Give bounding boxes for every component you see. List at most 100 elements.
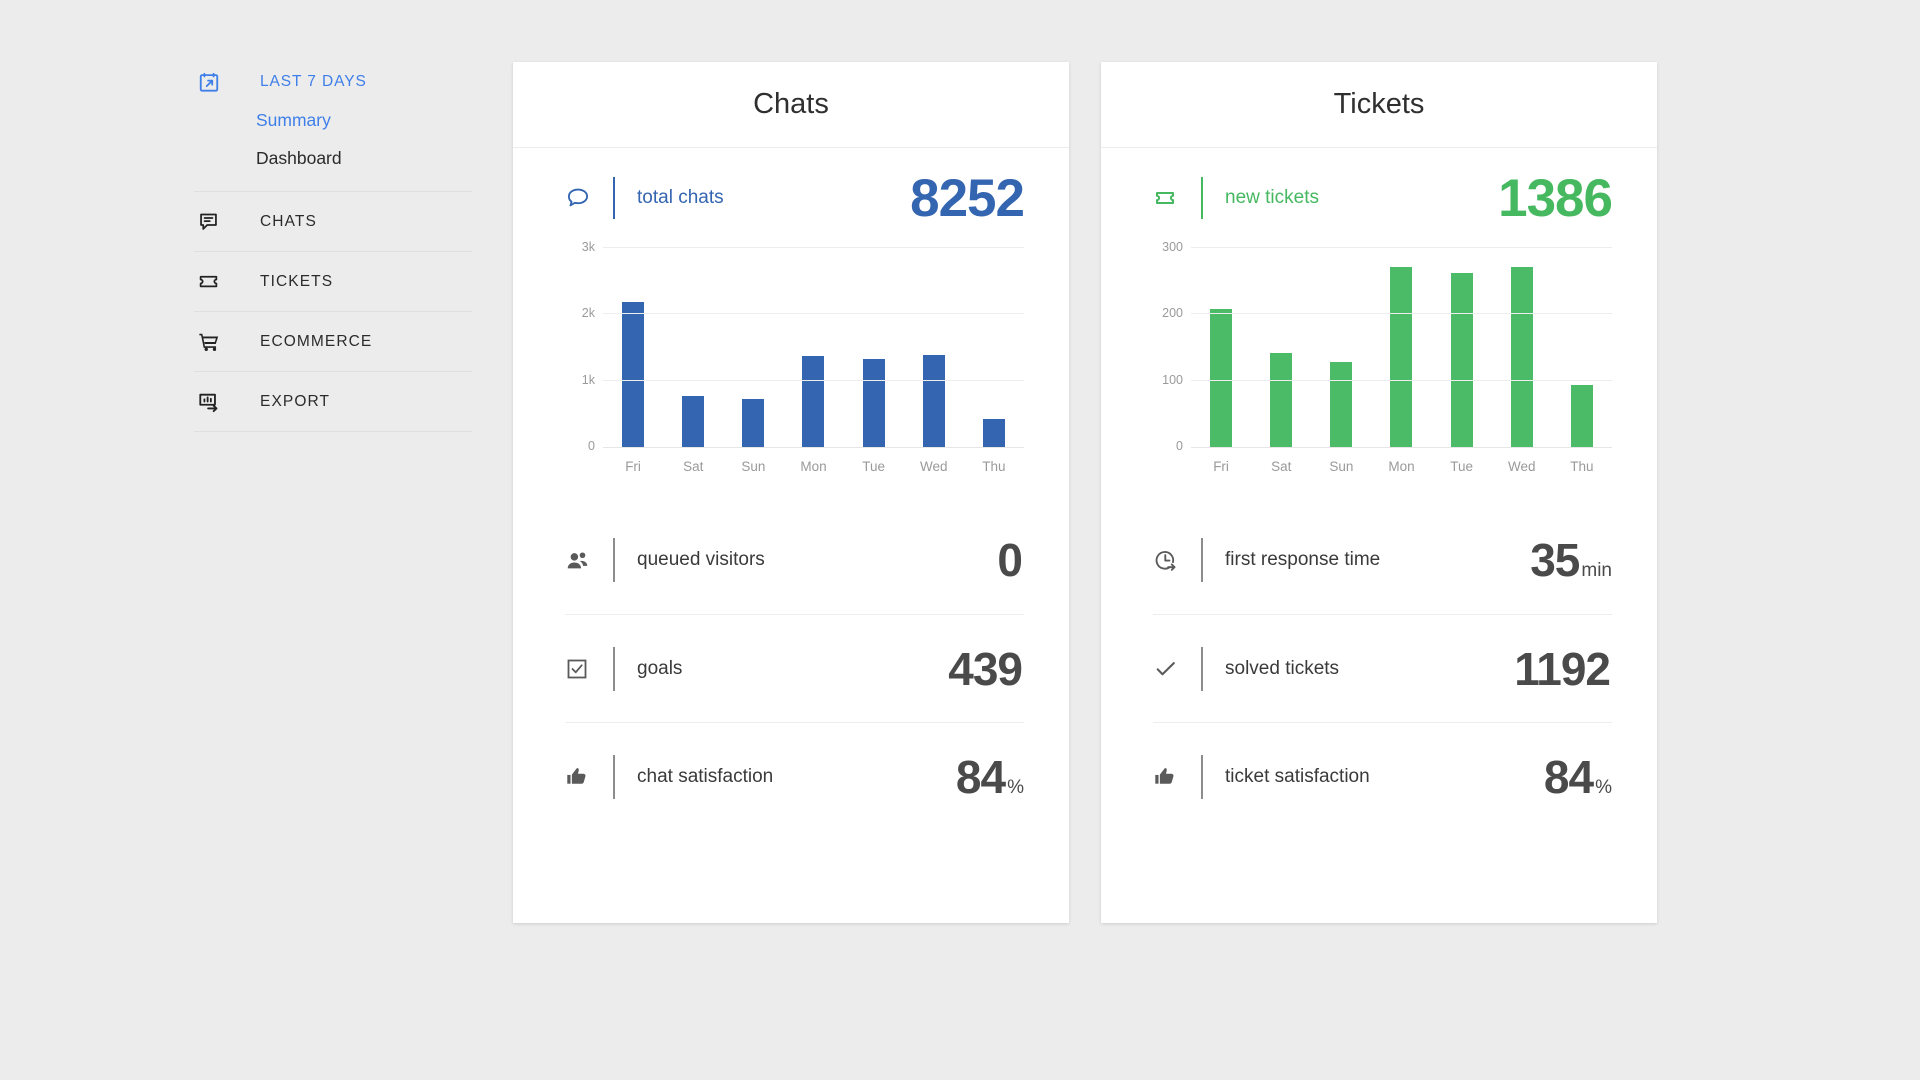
metric-label: goals xyxy=(637,657,683,679)
chart-x-tick-label: Sun xyxy=(1329,459,1354,474)
chart-bar[interactable] xyxy=(1390,266,1413,447)
chart-x-tick-label: Wed xyxy=(920,459,948,474)
thumbs-up-icon xyxy=(1153,764,1183,789)
chart-y-tick-label: 2k xyxy=(581,306,595,321)
chart-x-tick-label: Sat xyxy=(1271,459,1292,474)
chart-bar-slot xyxy=(1251,248,1311,447)
sidebar: LAST 7 DAYS Summary Dashboard CHATS TICK xyxy=(194,62,472,432)
metric-label: queued visitors xyxy=(637,549,765,570)
checkbox-icon xyxy=(565,657,595,681)
chart-bar-slot xyxy=(1191,248,1251,447)
chart-x-tick-label: Wed xyxy=(1508,459,1536,474)
metric-row: solved tickets 1192 xyxy=(1153,614,1612,722)
metric-separator xyxy=(613,754,615,799)
chart-gridline: 0 xyxy=(1176,439,1612,453)
sidebar-item-ecommerce[interactable]: ECOMMERCE xyxy=(194,312,472,372)
chart-bar[interactable] xyxy=(862,358,885,447)
sidebar-item-tickets[interactable]: TICKETS xyxy=(194,252,472,312)
chart-bar[interactable] xyxy=(1510,267,1533,447)
chart-bar[interactable] xyxy=(1210,309,1233,447)
chart-gridline: 200 xyxy=(1162,306,1612,320)
chart-bar-slot xyxy=(964,248,1024,447)
metric-number: 1192 xyxy=(1514,642,1611,695)
chart-bar-slot xyxy=(603,248,663,447)
shopping-cart-icon xyxy=(198,331,228,353)
chart-y-tick-label: 300 xyxy=(1162,240,1183,254)
chart-bar[interactable] xyxy=(922,355,945,447)
metric-row: first response time 35 min xyxy=(1153,506,1612,614)
tickets-headline-value: 1386 xyxy=(1498,168,1613,228)
chart-bar[interactable] xyxy=(622,302,645,447)
chats-headline-metric: total chats 8252 xyxy=(513,148,1069,248)
metric-value: 35 min xyxy=(1530,533,1612,587)
chart-x-tick-label: Thu xyxy=(982,459,1006,474)
sidebar-item-summary[interactable]: Summary xyxy=(256,102,472,140)
sidebar-item-export-label: EXPORT xyxy=(260,392,331,410)
chart-bar[interactable] xyxy=(1270,352,1293,447)
sidebar-item-ecommerce-label: ECOMMERCE xyxy=(260,332,373,350)
metric-label: first response time xyxy=(1225,549,1381,570)
sidebar-item-export[interactable]: EXPORT xyxy=(194,372,472,432)
chats-headline-separator xyxy=(613,177,615,219)
chart-bar-slot xyxy=(1552,248,1612,447)
sidebar-item-chats-label: CHATS xyxy=(260,212,317,230)
chats-metric-list: queued visitors 0 goals 439 chat satisfa… xyxy=(565,506,1024,830)
metric-label: solved tickets xyxy=(1225,657,1340,679)
tickets-headline-metric: new tickets 1386 xyxy=(1101,148,1657,248)
metric-label: ticket satisfaction xyxy=(1225,765,1370,787)
chart-bar-slot xyxy=(1311,248,1371,447)
metric-value: 84 % xyxy=(956,750,1024,804)
chart-bar-slot xyxy=(663,248,723,447)
metric-unit: % xyxy=(1595,776,1612,798)
chart-bar[interactable] xyxy=(1330,362,1353,447)
chart-bar[interactable] xyxy=(742,398,765,447)
tickets-chart-x-axis: Fri Sat Sun Mon Tue Wed Thu xyxy=(1191,448,1612,474)
sidebar-item-dashboard[interactable]: Dashboard xyxy=(256,140,472,178)
chart-y-tick-label: 3k xyxy=(581,240,595,254)
metric-number: 0 xyxy=(997,534,1023,586)
chats-chart-x-axis: Fri Sat Sun Mon Tue Wed Thu xyxy=(603,448,1024,474)
calendar-arrow-icon xyxy=(198,71,228,93)
chart-bar[interactable] xyxy=(802,356,825,447)
tickets-headline-label: new tickets xyxy=(1225,187,1319,208)
sidebar-date-range-label: LAST 7 DAYS xyxy=(260,73,367,90)
chats-headline-value: 8252 xyxy=(910,168,1025,228)
chart-y-tick-label: 100 xyxy=(1162,372,1183,387)
metric-separator xyxy=(1201,754,1203,799)
chats-card: Chats total chats 8252 0 1k 2k 3k Fri Sat Sun… xyxy=(513,62,1069,923)
tickets-card: Tickets new tickets 1386 0 100 200 300 Fri S… xyxy=(1101,62,1657,923)
people-icon xyxy=(565,548,595,573)
metric-separator xyxy=(1201,538,1203,582)
clock-arrow-icon xyxy=(1153,548,1183,573)
chart-gridline: 1k xyxy=(582,373,1024,387)
tickets-chart-plot-area: 0 100 200 300 xyxy=(1162,240,1612,453)
metric-value: 0 xyxy=(997,533,1024,587)
metric-number: 84 xyxy=(955,750,1006,803)
tickets-metric-list: first response time 35 min solved ticket… xyxy=(1153,506,1612,830)
chart-x-tick-label: Mon xyxy=(800,459,827,474)
chart-bar[interactable] xyxy=(982,419,1005,447)
metric-row: chat satisfaction 84 % xyxy=(565,722,1024,830)
chart-bar[interactable] xyxy=(1570,385,1593,447)
chart-x-tick-label: Mon xyxy=(1388,459,1415,474)
tickets-card-header: Tickets xyxy=(1101,62,1657,148)
metric-unit: % xyxy=(1007,776,1024,798)
sidebar-date-range[interactable]: LAST 7 DAYS xyxy=(194,62,472,102)
sidebar-item-tickets-label: TICKETS xyxy=(260,272,334,290)
sidebar-subnav: Summary Dashboard xyxy=(194,102,472,177)
chats-card-title: Chats xyxy=(753,88,829,120)
chart-bar[interactable] xyxy=(682,395,705,447)
metric-unit: min xyxy=(1581,560,1612,581)
chart-y-tick-label: 1k xyxy=(581,372,595,387)
ticket-icon xyxy=(1153,186,1183,210)
chart-gridline: 0 xyxy=(588,439,1024,453)
chart-bar[interactable] xyxy=(1450,272,1473,447)
sidebar-item-chats[interactable]: CHATS xyxy=(194,192,472,252)
tickets-card-title: Tickets xyxy=(1333,88,1425,120)
chart-y-tick-label: 0 xyxy=(588,439,595,453)
chart-x-tick-label: Sun xyxy=(741,459,766,474)
chats-chart-plot-area: 0 1k 2k 3k xyxy=(582,240,1024,453)
ticket-icon xyxy=(198,271,228,292)
check-icon xyxy=(1153,656,1183,681)
chart-bar-slot xyxy=(723,248,783,447)
